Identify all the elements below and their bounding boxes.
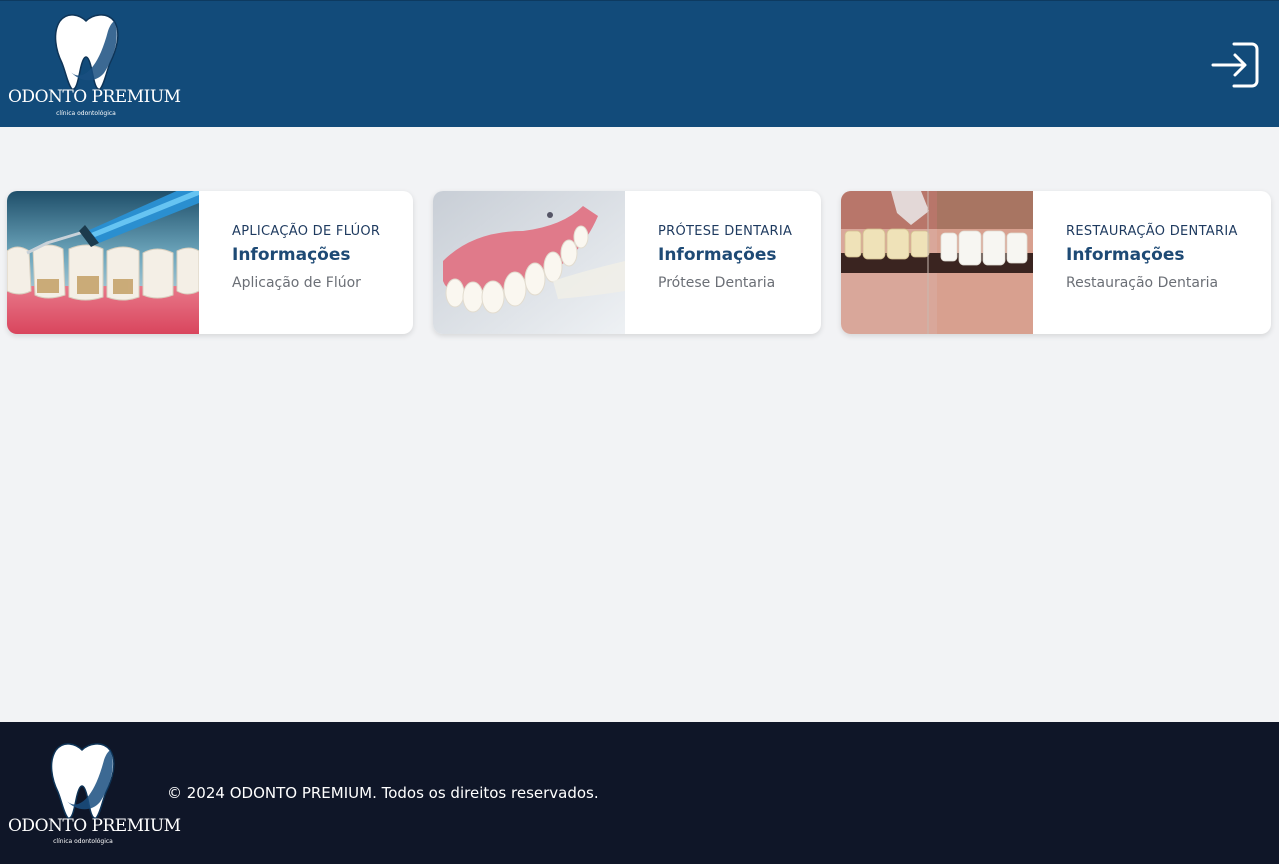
card-category: PRÓTESE DENTARIA [658,224,793,239]
dental-restoration-image [841,191,1033,334]
login-button[interactable] [1210,41,1260,89]
service-card-restauracao[interactable]: RESTAURAÇÃO DENTARIA Informações Restaur… [841,191,1271,334]
card-description: Restauração Dentaria [1066,275,1219,291]
service-card-fluor[interactable]: APLICAÇÃO DE FLÚOR Informações Aplicação… [7,191,413,334]
login-icon [1211,42,1259,88]
dental-prosthesis-image [433,191,625,334]
header: ODONTO PREMIUM clínica odontológica [0,0,1279,127]
copyright-text: © 2024 ODONTO PREMIUM. Todos os direitos… [167,784,599,802]
card-category: RESTAURAÇÃO DENTARIA [1066,224,1238,239]
logo-tagline: clínica odontológica [56,110,116,117]
card-title: Informações [658,245,777,265]
footer-logo: ODONTO PREMIUM clínica odontológica [8,738,181,850]
card-title: Informações [232,245,351,265]
logo-brand-text: ODONTO PREMIUM [8,816,181,836]
logo-brand-text: ODONTO PREMIUM [8,87,181,107]
card-description: Prótese Dentaria [658,275,776,291]
service-card-protese[interactable]: PRÓTESE DENTARIA Informações Prótese Den… [433,191,821,334]
card-category: APLICAÇÃO DE FLÚOR [232,224,381,239]
header-logo[interactable]: ODONTO PREMIUM clínica odontológica [8,9,181,121]
tooth-logo-icon [54,14,119,90]
card-title: Informações [1066,245,1185,265]
services-cards: APLICAÇÃO DE FLÚOR Informações Aplicação… [0,191,1279,334]
logo-tagline: clínica odontológica [53,838,113,845]
card-description: Aplicação de Flúor [232,275,361,291]
tooth-logo-icon [50,743,115,819]
fluoride-application-image [7,191,199,334]
footer: ODONTO PREMIUM clínica odontológica © 20… [0,722,1279,864]
